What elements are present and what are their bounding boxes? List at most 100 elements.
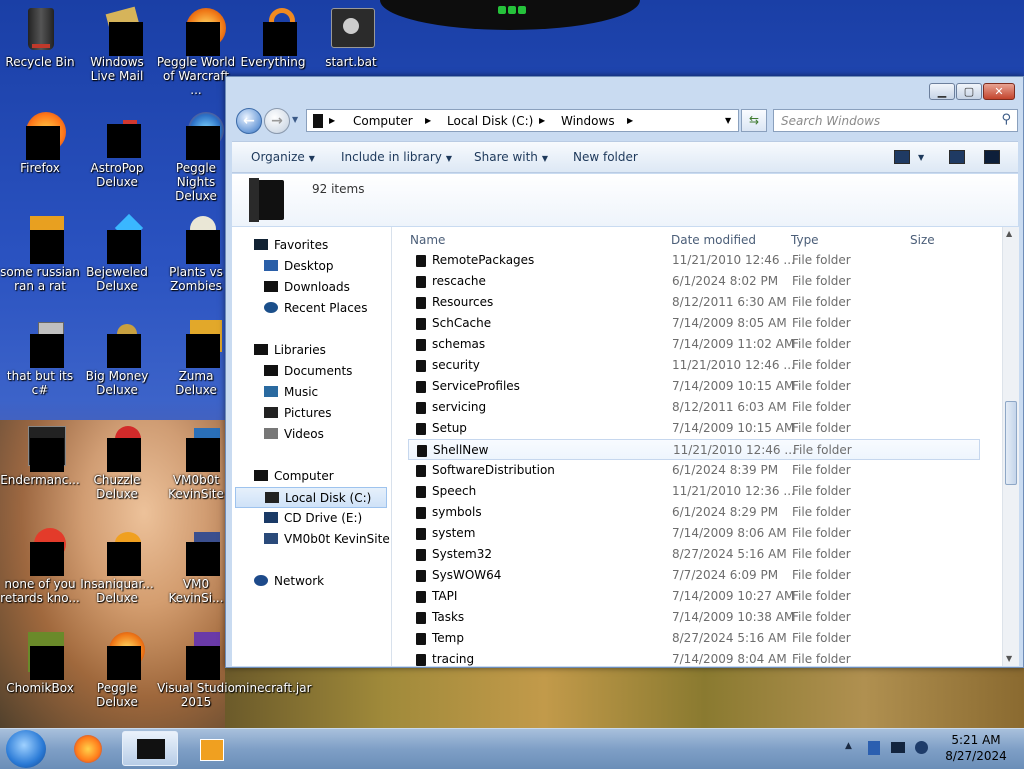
close-button[interactable]: ✕ — [983, 83, 1015, 100]
desktop-icon-everything[interactable]: Everything — [233, 6, 313, 69]
nav-recent-places[interactable]: Recent Places — [264, 298, 367, 319]
system-clock[interactable]: 5:21 AM 8/27/2024 — [936, 732, 1016, 764]
share-with-button[interactable]: Share with ▼ — [474, 150, 548, 164]
table-row[interactable]: Resources 8/12/2011 6:30 AM File folder — [408, 292, 980, 313]
table-row[interactable]: Tasks 7/14/2009 10:38 AM File folder — [408, 607, 980, 628]
tray-network-icon[interactable] — [891, 742, 905, 753]
desktop-icon-bejeweled[interactable]: Bejeweled Deluxe — [77, 213, 157, 293]
breadcrumb-computer[interactable]: Computer — [353, 114, 413, 128]
nav-videos[interactable]: Videos — [264, 424, 324, 445]
nav-cd-drive[interactable]: CD Drive (E:) — [264, 508, 362, 529]
table-row[interactable]: RemotePackages 11/21/2010 12:46 ... File f… — [408, 250, 980, 271]
column-header-date[interactable]: Date modified — [671, 233, 756, 247]
desktop-icon-recycle-bin[interactable]: Recycle Bin — [0, 6, 80, 69]
desktop-icon-chomikbox[interactable]: ChomikBox — [0, 632, 80, 695]
desktop-icon-astropop[interactable]: AstroPop Deluxe — [77, 112, 157, 189]
nav-computer[interactable]: Computer — [254, 466, 334, 487]
show-hidden-icons-icon[interactable]: ▲ — [845, 741, 852, 751]
forward-button[interactable]: → — [264, 108, 290, 134]
start-button[interactable] — [6, 730, 46, 768]
address-bar[interactable]: ▶ Computer ▶ Local Disk (C:) ▶ Windows ▶… — [306, 109, 739, 132]
nav-documents[interactable]: Documents — [264, 361, 352, 382]
column-header-name[interactable]: Name — [410, 233, 445, 247]
desktop-icon-peggle-nights[interactable]: Peggle Nights Deluxe — [156, 112, 236, 203]
change-view-icon[interactable] — [894, 150, 910, 164]
table-row[interactable]: SchCache 7/14/2009 8:05 AM File folder — [408, 313, 980, 334]
taskbar-media-player[interactable] — [184, 731, 240, 766]
table-row[interactable]: ServiceProfiles 7/14/2009 10:15 AM File fo… — [408, 376, 980, 397]
desktop-icon-endermanc[interactable]: Endermanc... — [0, 424, 80, 487]
address-dropdown-icon[interactable]: ▼ — [725, 116, 731, 125]
search-input[interactable]: Search Windows — [781, 114, 880, 128]
table-row[interactable]: servicing 8/12/2011 6:03 AM File folder — [408, 397, 980, 418]
new-folder-button[interactable]: New folder — [573, 150, 638, 164]
nav-local-disk[interactable]: Local Disk (C:) — [235, 487, 387, 508]
include-in-library-button[interactable]: Include in library ▼ — [341, 150, 452, 164]
breadcrumb-chevron-icon[interactable]: ▶ — [539, 116, 545, 125]
maximize-button[interactable]: ▢ — [956, 83, 982, 100]
desktop-icon-that-but-csharp[interactable]: that but its c# — [0, 320, 80, 397]
desktop-icon-windows-live-mail[interactable]: Windows Live Mail — [77, 6, 157, 83]
back-button[interactable]: ← — [236, 108, 262, 134]
table-row[interactable]: System32 8/27/2024 5:16 AM File folder — [408, 544, 980, 565]
title-bar[interactable]: ▁ ▢ ✕ — [226, 77, 1023, 103]
scroll-thumb[interactable] — [1005, 401, 1017, 485]
scroll-down-icon[interactable]: ▼ — [1006, 654, 1012, 663]
table-row[interactable]: system 7/14/2009 8:06 AM File folder — [408, 523, 980, 544]
desktop-icon-peggle-deluxe[interactable]: Peggle Deluxe — [77, 632, 157, 709]
desktop-icon-chuzzle[interactable]: Chuzzle Deluxe — [77, 424, 157, 501]
table-row[interactable]: schemas 7/14/2009 11:02 AM File folder — [408, 334, 980, 355]
breadcrumb-windows[interactable]: Windows — [561, 114, 615, 128]
desktop-icon-vm0b0t-kevinsite[interactable]: VM0b0t KevinSite — [156, 424, 236, 501]
table-row[interactable]: SysWOW64 7/7/2024 6:09 PM File folder — [408, 565, 980, 586]
desktop-icon-big-money[interactable]: Big Money Deluxe — [77, 320, 157, 397]
table-row[interactable]: security 11/21/2010 12:46 ... File folder — [408, 355, 980, 376]
help-icon[interactable] — [984, 150, 1000, 164]
preview-pane-icon[interactable] — [949, 150, 965, 164]
table-row[interactable]: Setup 7/14/2009 10:15 AM File folder — [408, 418, 980, 439]
vertical-scrollbar[interactable]: ▲ ▼ — [1002, 227, 1019, 666]
refresh-button[interactable]: ⇆ — [741, 109, 767, 132]
desktop-icon-none-of-you[interactable]: none of you retards kno... — [0, 528, 80, 605]
table-row[interactable]: Speech 11/21/2010 12:36 ... File folder — [408, 481, 980, 502]
column-header-size[interactable]: Size — [910, 233, 935, 247]
tray-flag-icon[interactable] — [868, 741, 880, 755]
minimize-button[interactable]: ▁ — [929, 83, 955, 100]
organize-button[interactable]: Organize ▼ — [251, 150, 315, 164]
column-header-type[interactable]: Type — [791, 233, 819, 247]
desktop-icon-russian-rat[interactable]: some russian ran a rat — [0, 216, 80, 293]
search-icon[interactable]: ⚲ — [1001, 112, 1011, 127]
desktop-icon-plants-vs-zombies[interactable]: Plants vs Zombies — [156, 216, 236, 293]
recent-pages-chevron-icon[interactable]: ▼ — [292, 115, 298, 124]
desktop-icon-insaniquarium[interactable]: Insaniquar... Deluxe — [77, 528, 157, 605]
desktop-icon-vm0-kevinsi[interactable]: VM0 KevinSi... — [156, 528, 236, 605]
desktop-icon-firefox[interactable]: Firefox — [0, 112, 80, 175]
tray-volume-icon[interactable] — [915, 741, 928, 754]
search-box[interactable]: Search Windows ⚲ — [773, 109, 1018, 132]
breadcrumb-local-disk[interactable]: Local Disk (C:) — [447, 114, 533, 128]
table-row[interactable]: SoftwareDistribution 6/1/2024 8:39 PM File… — [408, 460, 980, 481]
view-options-chevron-icon[interactable]: ▼ — [918, 153, 924, 162]
nav-vm-site[interactable]: VM0b0t KevinSite — [264, 529, 390, 550]
nav-network[interactable]: Network — [254, 571, 324, 592]
table-row[interactable]: rescache 6/1/2024 8:02 PM File folder — [408, 271, 980, 292]
breadcrumb-chevron-icon[interactable]: ▶ — [627, 116, 633, 125]
table-row[interactable]: Temp 8/27/2024 5:16 AM File folder — [408, 628, 980, 649]
taskbar-explorer[interactable] — [122, 731, 178, 766]
table-row[interactable]: symbols 6/1/2024 8:29 PM File folder — [408, 502, 980, 523]
desktop-icon-start-bat[interactable]: start.bat — [311, 6, 391, 69]
nav-downloads[interactable]: Downloads — [264, 277, 350, 298]
breadcrumb-chevron-icon[interactable]: ▶ — [425, 116, 431, 125]
nav-desktop[interactable]: Desktop — [264, 256, 334, 277]
nav-libraries[interactable]: Libraries — [254, 340, 326, 361]
desktop-icon-peggle-wow[interactable]: Peggle World of Warcraft ... — [156, 6, 236, 97]
nav-pictures[interactable]: Pictures — [264, 403, 332, 424]
scroll-up-icon[interactable]: ▲ — [1006, 229, 1012, 238]
nav-music[interactable]: Music — [264, 382, 318, 403]
breadcrumb-chevron-icon[interactable]: ▶ — [329, 116, 335, 125]
table-row[interactable]: tracing 7/14/2009 8:04 AM File folder — [408, 649, 980, 666]
nav-favorites[interactable]: Favorites — [254, 235, 328, 256]
desktop-icon-visual-studio[interactable]: Visual Studio 2015 — [156, 632, 236, 709]
table-row[interactable]: ShellNew 11/21/2010 12:46 ... File folder — [408, 439, 980, 460]
desktop-icon-zuma[interactable]: Zuma Deluxe — [156, 320, 236, 397]
